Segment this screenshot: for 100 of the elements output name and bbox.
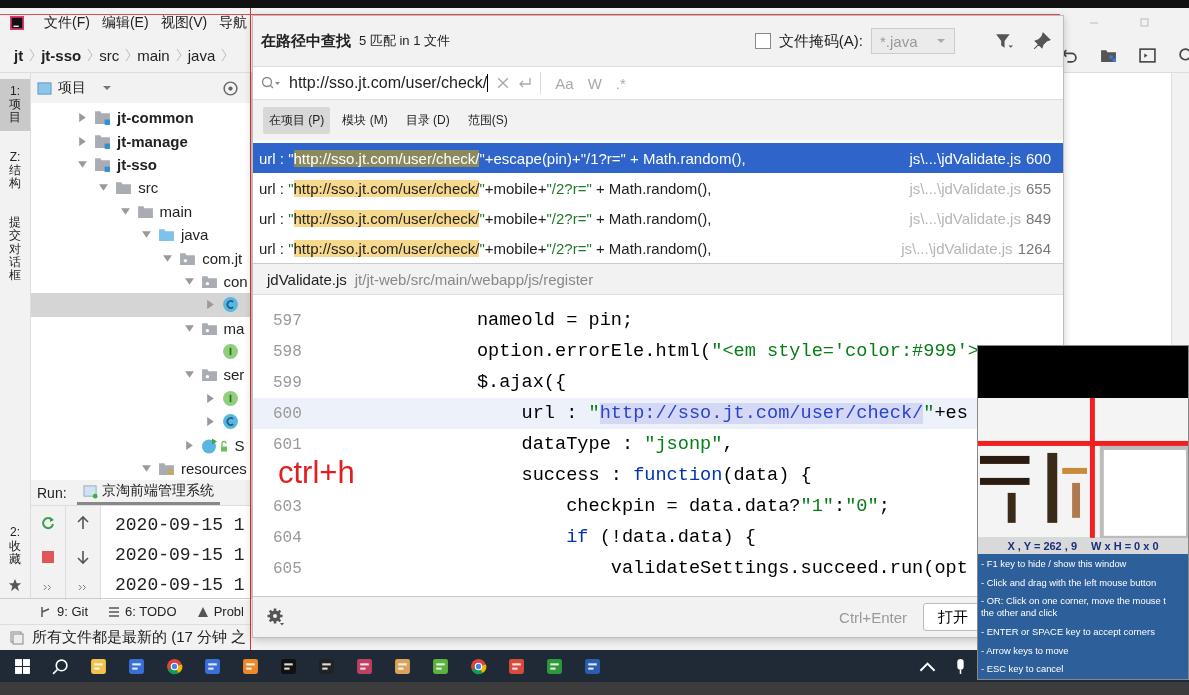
app-icon[interactable] xyxy=(204,657,221,675)
collapsed-arrow-icon[interactable] xyxy=(204,416,216,428)
runnable-class-icon xyxy=(200,436,229,454)
search-icon[interactable] xyxy=(52,657,69,675)
collapsed-arrow-icon[interactable] xyxy=(77,112,88,124)
tool-window-tab[interactable]: 1: 项目 xyxy=(0,79,30,131)
app-icon[interactable] xyxy=(546,657,563,675)
settings-icon[interactable] xyxy=(267,608,285,626)
hint-text: - Arrow keys to move xyxy=(981,644,1070,657)
line-number: 603 xyxy=(273,497,302,516)
more-icon[interactable] xyxy=(78,583,88,591)
tree-item[interactable]: ser xyxy=(31,363,251,387)
windows-start-icon[interactable] xyxy=(14,657,31,675)
collapsed-arrow-icon[interactable] xyxy=(204,299,216,311)
tool-window-tab[interactable]: 6: TODO xyxy=(108,604,177,619)
breadcrumb-item[interactable]: main xyxy=(137,46,170,64)
expanded-arrow-icon[interactable] xyxy=(183,322,195,334)
pin-icon[interactable] xyxy=(1033,32,1051,50)
result-row[interactable]: url : "http://sso.jt.com/user/check/"+mobile+"/2?r=" + Math.random(), js\...\jdValidate.js 849 xyxy=(253,203,1063,233)
app-icon[interactable] xyxy=(90,657,107,675)
filter-icon[interactable] xyxy=(995,32,1013,50)
collapsed-arrow-icon[interactable] xyxy=(77,135,88,147)
caret-icon[interactable] xyxy=(102,85,112,91)
tree-item[interactable]: resources xyxy=(31,456,251,480)
hint-text: - ENTER or SPACE key to accept corners xyxy=(981,625,1156,638)
panel-title[interactable]: 项目 xyxy=(58,79,86,97)
expanded-arrow-icon[interactable] xyxy=(119,205,131,217)
app-icon[interactable] xyxy=(128,657,145,675)
breadcrumb-item[interactable]: java xyxy=(187,46,216,64)
expanded-arrow-icon[interactable] xyxy=(140,229,152,241)
tool-window-tab[interactable]: Probl xyxy=(196,604,244,619)
status-icon[interactable] xyxy=(10,630,24,645)
stop-icon[interactable] xyxy=(40,549,56,566)
checkbox[interactable] xyxy=(754,33,771,49)
expanded-arrow-icon[interactable] xyxy=(183,275,195,287)
tool-window-tab[interactable]: 2: 收藏 xyxy=(9,520,21,572)
tool-window-tab[interactable]: Z: 结构 xyxy=(0,144,30,197)
expanded-arrow-icon[interactable] xyxy=(140,463,152,475)
tool-window-tab[interactable]: 提交对话框 xyxy=(0,210,30,289)
module-folder-icon xyxy=(94,155,111,173)
result-row[interactable]: url : "http://sso.jt.com/user/check/"+mobile+"/2?r=" + Math.random(), js\...\jdValidate.js 655 xyxy=(253,173,1063,203)
app-icon[interactable] xyxy=(356,657,373,675)
tool-window-tab[interactable]: 9: Git xyxy=(40,604,89,619)
tree-item[interactable]: com.jt xyxy=(31,246,251,270)
rerun-icon[interactable] xyxy=(40,515,56,532)
line-number: 604 xyxy=(273,528,302,547)
checkbox-label[interactable]: 文件掩码(A): xyxy=(778,31,863,51)
warning-icon xyxy=(196,605,209,618)
up-arrow-icon[interactable] xyxy=(75,515,91,532)
app-icon[interactable] xyxy=(432,657,449,675)
tree-item[interactable]: jt-common xyxy=(31,106,251,130)
expanded-arrow-icon[interactable] xyxy=(162,252,174,264)
target-icon[interactable] xyxy=(222,79,239,97)
breadcrumb-item[interactable]: jt xyxy=(14,46,24,64)
app-icon[interactable] xyxy=(318,657,335,675)
line-number: 597 xyxy=(273,311,302,330)
tree-item[interactable]: ma xyxy=(31,316,251,340)
folder-icon xyxy=(157,226,175,244)
terminal-icon[interactable] xyxy=(1139,46,1156,64)
newline-icon[interactable] xyxy=(518,77,533,89)
tree-item[interactable]: main xyxy=(31,199,251,223)
tree-item[interactable]: jt-sso xyxy=(31,152,251,177)
menu-item[interactable]: 编辑(E) xyxy=(101,14,149,32)
resources-folder-icon xyxy=(157,460,175,478)
code-line: if (!data.data) { xyxy=(565,527,756,548)
tree-item[interactable]: S xyxy=(31,433,251,457)
app-icon[interactable] xyxy=(508,657,525,675)
more-icon[interactable] xyxy=(43,583,53,591)
result-row[interactable]: url : "http://sso.jt.com/user/check/"+mobile+"/2?r=" + Math.random(), js\...\jdValidate.js 1264 xyxy=(253,233,1063,263)
app-icon[interactable] xyxy=(394,657,411,675)
app-icon[interactable] xyxy=(242,657,259,675)
tree-item[interactable]: src xyxy=(31,176,251,200)
search-field[interactable]: http://sso.jt.com/user/check/ Aa W .* xyxy=(253,66,1063,100)
scope-tab[interactable]: 模块 (M) xyxy=(336,106,394,134)
menu-item[interactable]: 视图(V) xyxy=(160,14,208,32)
down-arrow-icon[interactable] xyxy=(75,549,91,566)
app-icon[interactable] xyxy=(584,657,601,675)
breadcrumb-item[interactable]: src xyxy=(99,46,120,64)
expanded-arrow-icon[interactable] xyxy=(77,158,88,170)
clear-icon[interactable] xyxy=(496,77,511,89)
scope-tab[interactable]: 范围(S) xyxy=(461,106,514,134)
line-number: 599 xyxy=(273,373,302,392)
log-line: 2020-09-15 1 xyxy=(114,514,246,537)
log-line: 2020-09-15 1 xyxy=(114,544,246,567)
menu-item[interactable]: 文件(F) xyxy=(44,14,90,32)
breadcrumb-item[interactable]: jt-sso xyxy=(41,46,82,64)
tree-item[interactable]: jt-manage xyxy=(31,129,251,153)
tree-item[interactable]: con xyxy=(31,269,251,294)
scope-tab[interactable]: 目录 (D) xyxy=(399,106,456,134)
expanded-arrow-icon[interactable] xyxy=(183,369,195,381)
collapsed-arrow-icon[interactable] xyxy=(204,392,216,404)
collapsed-arrow-icon[interactable] xyxy=(183,439,195,451)
code-line: nameold = pin; xyxy=(475,310,634,331)
tree-item[interactable]: java xyxy=(31,222,251,247)
app-icon[interactable] xyxy=(280,657,297,675)
browser-icon[interactable] xyxy=(470,657,487,675)
menu-item[interactable]: 导航 xyxy=(219,14,248,32)
scope-tab[interactable]: 在项目 (P) xyxy=(263,106,331,134)
browser-icon[interactable] xyxy=(166,657,183,675)
expanded-arrow-icon[interactable] xyxy=(98,182,110,194)
